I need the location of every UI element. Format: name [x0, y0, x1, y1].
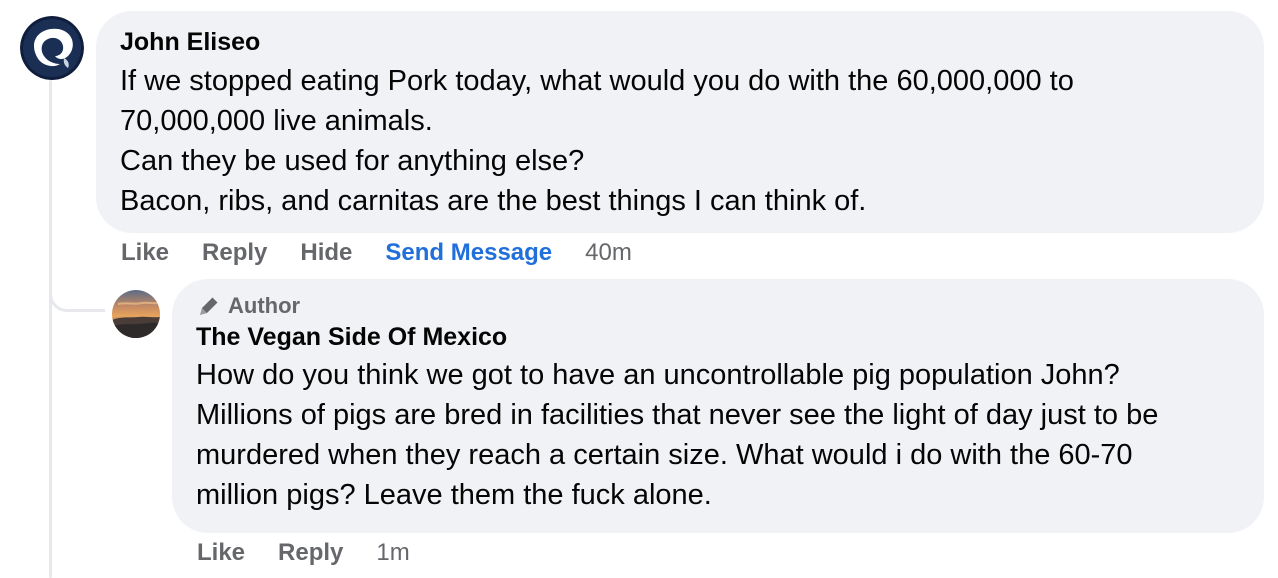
- comment-line: Bacon, ribs, and carnitas are the best t…: [120, 185, 867, 217]
- rams-logo-icon[interactable]: [20, 16, 84, 80]
- hide-button[interactable]: Hide: [300, 239, 352, 267]
- reply-button[interactable]: Reply: [202, 239, 267, 267]
- comment-bubble: John Eliseo If we stopped eating Pork to…: [96, 11, 1264, 233]
- sunset-landscape-avatar[interactable]: [112, 290, 160, 338]
- send-message-button[interactable]: Send Message: [385, 239, 552, 267]
- comment-actions: Like Reply Hide Send Message 40m: [121, 233, 632, 273]
- reply-connector: [49, 262, 105, 312]
- thread-line: [49, 80, 52, 578]
- reply-text: How do you think we got to have an uncon…: [196, 355, 1240, 515]
- reply-line: Millions of pigs are bred in facilities …: [196, 399, 1159, 431]
- comment-line: Can they be used for anything else?: [120, 145, 585, 177]
- author-badge-label: Author: [228, 293, 301, 318]
- comment-line: 70,000,000 live animals.: [120, 105, 433, 137]
- pencil-icon: [196, 293, 222, 319]
- reply-line: How do you think we got to have an uncon…: [196, 359, 1120, 391]
- reply-button[interactable]: Reply: [278, 539, 343, 567]
- reply-line: million pigs? Leave them the fuck alone.: [196, 479, 712, 511]
- reply-actions: Like Reply 1m: [197, 533, 410, 573]
- reply-author-name[interactable]: The Vegan Side Of Mexico: [196, 322, 1240, 352]
- like-button[interactable]: Like: [121, 239, 169, 267]
- reply-line: murdered when they reach a certain size.…: [196, 439, 1133, 471]
- comment-text: If we stopped eating Pork today, what wo…: [120, 61, 1240, 221]
- like-button[interactable]: Like: [197, 539, 245, 567]
- reply-timestamp[interactable]: 1m: [376, 539, 409, 567]
- reply-bubble: Author The Vegan Side Of Mexico How do y…: [172, 279, 1264, 533]
- author-badge: Author: [196, 292, 1240, 320]
- comment-timestamp[interactable]: 40m: [585, 239, 632, 267]
- comment-line: If we stopped eating Pork today, what wo…: [120, 65, 1074, 97]
- comment-author-name[interactable]: John Eliseo: [120, 27, 1240, 57]
